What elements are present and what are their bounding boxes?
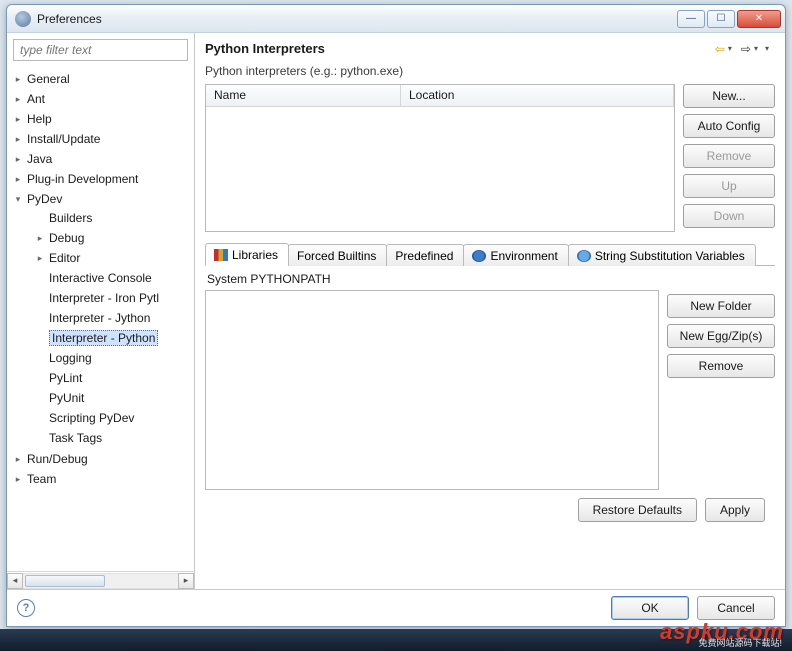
expand-icon[interactable] <box>13 474 23 484</box>
libraries-icon <box>214 249 228 261</box>
header-nav: ⇦▾ ⇨▾ ▾ <box>713 42 775 56</box>
expand-icon[interactable] <box>13 154 23 164</box>
ok-cancel-group: OK Cancel <box>611 596 775 620</box>
watermark-subtitle: 免费网站源码下载站! <box>698 636 782 649</box>
main-section: Python interpreters (e.g.: python.exe) N… <box>195 62 785 589</box>
tree-item-help[interactable]: Help <box>7 109 194 129</box>
cancel-button[interactable]: Cancel <box>697 596 775 620</box>
page-footer-buttons: Restore Defaults Apply <box>205 490 775 522</box>
expand-icon[interactable] <box>13 134 23 144</box>
tree-item-debug[interactable]: Debug <box>29 228 194 248</box>
titlebar[interactable]: Preferences — ☐ ✕ <box>7 5 785 33</box>
tree-item-run-debug[interactable]: Run/Debug <box>7 449 194 469</box>
table-header: Name Location <box>206 85 674 107</box>
tree-item-general[interactable]: General <box>7 69 194 89</box>
tree-item-java[interactable]: Java <box>7 149 194 169</box>
variables-icon <box>577 250 591 262</box>
pythonpath-list[interactable] <box>205 290 659 490</box>
tree-item-builders[interactable]: Builders <box>29 208 194 228</box>
tree-item-pyunit[interactable]: PyUnit <box>29 388 194 408</box>
forward-menu-icon[interactable]: ▾ <box>754 44 758 53</box>
tree-item-scripting-pydev[interactable]: Scripting PyDev <box>29 408 194 428</box>
forward-icon[interactable]: ⇨ <box>739 42 753 56</box>
expand-icon[interactable] <box>13 94 23 104</box>
expand-icon[interactable] <box>13 454 23 464</box>
column-name[interactable]: Name <box>206 85 401 106</box>
interpreter-buttons: New... Auto Config Remove Up Down <box>683 84 775 232</box>
expand-icon[interactable] <box>35 253 45 263</box>
new-button[interactable]: New... <box>683 84 775 108</box>
ok-button[interactable]: OK <box>611 596 689 620</box>
remove-interpreter-button[interactable]: Remove <box>683 144 775 168</box>
tree-item-team[interactable]: Team <box>7 469 194 489</box>
pythonpath-buttons: New Folder New Egg/Zip(s) Remove <box>667 290 775 490</box>
window-title: Preferences <box>37 12 677 26</box>
tree-item-interactive-console[interactable]: Interactive Console <box>29 268 194 288</box>
scroll-right-icon[interactable]: ▸ <box>178 573 194 589</box>
environment-icon <box>472 250 486 262</box>
expand-icon[interactable] <box>13 114 23 124</box>
tree-item-pydev[interactable]: PyDev Builders Debug Editor Interactive … <box>7 189 194 449</box>
minimize-button[interactable]: — <box>677 10 705 28</box>
filter-container <box>13 39 188 61</box>
page-title: Python Interpreters <box>205 41 713 56</box>
tree-item-install-update[interactable]: Install/Update <box>7 129 194 149</box>
content-header: Python Interpreters ⇦▾ ⇨▾ ▾ <box>195 33 785 62</box>
pythonpath-area: New Folder New Egg/Zip(s) Remove <box>205 290 775 490</box>
collapse-icon[interactable] <box>13 194 23 204</box>
expand-icon[interactable] <box>13 74 23 84</box>
tree-item-pylint[interactable]: PyLint <box>29 368 194 388</box>
auto-config-button[interactable]: Auto Config <box>683 114 775 138</box>
remove-path-button[interactable]: Remove <box>667 354 775 378</box>
dialog-body: General Ant Help Install/Update Java Plu… <box>7 33 785 589</box>
tree-item-ant[interactable]: Ant <box>7 89 194 109</box>
eclipse-icon <box>15 11 31 27</box>
tab-libraries[interactable]: Libraries <box>205 243 289 266</box>
tree-item-interpreter-python[interactable]: Interpreter - Python <box>29 328 194 348</box>
preferences-window: Preferences — ☐ ✕ General Ant Help Insta… <box>6 4 786 627</box>
new-egg-zip-button[interactable]: New Egg/Zip(s) <box>667 324 775 348</box>
expand-icon[interactable] <box>13 174 23 184</box>
tab-environment[interactable]: Environment <box>463 244 568 266</box>
tree-item-plugin-dev[interactable]: Plug-in Development <box>7 169 194 189</box>
tree-item-logging[interactable]: Logging <box>29 348 194 368</box>
back-icon[interactable]: ⇦ <box>713 42 727 56</box>
help-icon[interactable]: ? <box>17 599 35 617</box>
tree-item-editor[interactable]: Editor <box>29 248 194 268</box>
maximize-button[interactable]: ☐ <box>707 10 735 28</box>
content-area: Python Interpreters ⇦▾ ⇨▾ ▾ Python inter… <box>195 33 785 589</box>
tab-bar: Libraries Forced Builtins Predefined Env… <box>205 242 775 266</box>
sidebar-scrollbar[interactable]: ◂ ▸ <box>7 571 194 589</box>
column-location[interactable]: Location <box>401 85 674 106</box>
scroll-track[interactable] <box>23 573 178 589</box>
sidebar: General Ant Help Install/Update Java Plu… <box>7 33 195 589</box>
tree-item-interpreter-jython[interactable]: Interpreter - Jython <box>29 308 194 328</box>
back-menu-icon[interactable]: ▾ <box>728 44 732 53</box>
down-button[interactable]: Down <box>683 204 775 228</box>
pythonpath-label: System PYTHONPATH <box>207 272 775 286</box>
tree-item-interpreter-ironpython[interactable]: Interpreter - Iron Pytl <box>29 288 194 308</box>
filter-input[interactable] <box>13 39 188 61</box>
window-buttons: — ☐ ✕ <box>677 10 781 28</box>
section-description: Python interpreters (e.g.: python.exe) <box>205 64 775 78</box>
restore-defaults-button[interactable]: Restore Defaults <box>578 498 697 522</box>
apply-button[interactable]: Apply <box>705 498 765 522</box>
close-button[interactable]: ✕ <box>737 10 781 28</box>
up-button[interactable]: Up <box>683 174 775 198</box>
preferences-tree[interactable]: General Ant Help Install/Update Java Plu… <box>7 67 194 571</box>
tab-forced-builtins[interactable]: Forced Builtins <box>288 244 387 266</box>
tabs-container: Libraries Forced Builtins Predefined Env… <box>205 242 775 490</box>
scroll-thumb[interactable] <box>25 575 105 587</box>
new-folder-button[interactable]: New Folder <box>667 294 775 318</box>
scroll-left-icon[interactable]: ◂ <box>7 573 23 589</box>
interpreters-table[interactable]: Name Location <box>205 84 675 232</box>
view-menu-icon[interactable]: ▾ <box>765 44 769 53</box>
tab-predefined[interactable]: Predefined <box>386 244 464 266</box>
interpreters-area: Name Location New... Auto Config Remove … <box>205 84 775 232</box>
tree-item-task-tags[interactable]: Task Tags <box>29 428 194 448</box>
tab-string-substitution[interactable]: String Substitution Variables <box>568 244 756 266</box>
expand-icon[interactable] <box>35 233 45 243</box>
